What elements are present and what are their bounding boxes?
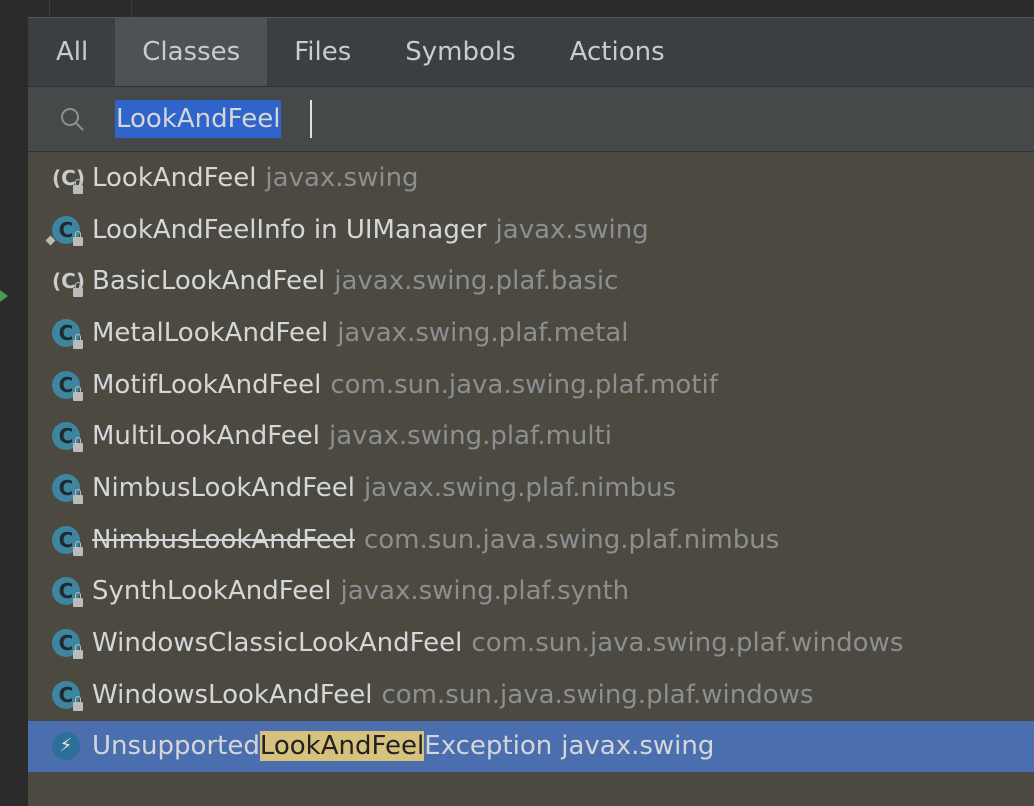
list-item[interactable]: (C) BasicLookAndFeel javax.swing.plaf.ba…: [28, 255, 1034, 307]
class-name: LookAndFeelInfo in UIManager: [92, 214, 487, 245]
package-name: javax.swing.plaf.metal: [337, 317, 629, 348]
package-name: com.sun.java.swing.plaf.windows: [381, 679, 814, 710]
class-icon: C: [51, 318, 83, 349]
class-name: BasicLookAndFeel: [92, 266, 326, 297]
package-name: javax.swing: [561, 731, 715, 762]
list-item[interactable]: (C) LookAndFeel javax.swing: [28, 152, 1034, 204]
tab-symbols[interactable]: Symbols: [378, 18, 542, 86]
class-icon: C: [51, 421, 83, 453]
list-item[interactable]: C MotifLookAndFeel com.sun.java.swing.pl…: [28, 359, 1034, 411]
tab-files[interactable]: Files: [267, 18, 378, 86]
class-name: MetalLookAndFeel: [92, 317, 329, 348]
gutter-divider: [49, 0, 50, 18]
deprecated-class-name: NimbusLookAndFeel: [92, 524, 355, 555]
class-icon: C: [51, 473, 83, 504]
list-item[interactable]: C LookAndFeelInfo in UIManager javax.swi…: [28, 204, 1034, 256]
exception-class-icon: ⚡: [51, 731, 81, 761]
inner-class-icon: C: [45, 215, 83, 246]
tab-all[interactable]: All: [28, 18, 115, 86]
list-item[interactable]: C NimbusLookAndFeel javax.swing.plaf.nim…: [28, 462, 1034, 514]
class-name: LookAndFeel: [92, 162, 257, 193]
package-name: javax.swing: [265, 162, 419, 193]
tab-classes[interactable]: Classes: [115, 18, 268, 86]
list-item[interactable]: C MetalLookAndFeel javax.swing.plaf.meta…: [28, 307, 1034, 359]
search-icon: [61, 108, 84, 131]
class-icon: C: [51, 370, 83, 401]
class-name: NimbusLookAndFeel: [92, 472, 355, 503]
list-item-selected[interactable]: ⚡ UnsupportedLookAndFeelException javax.…: [28, 720, 1034, 773]
scope-tabs: All Classes Files Symbols Actions: [28, 18, 1034, 86]
list-item[interactable]: C NimbusLookAndFeel com.sun.java.swing.p…: [28, 514, 1034, 566]
search-bar: LookAndFeel: [28, 86, 1034, 152]
run-gutter-icon[interactable]: [0, 290, 8, 302]
package-name: com.sun.java.swing.plaf.windows: [471, 628, 904, 659]
gutter-divider: [131, 0, 132, 18]
tab-actions[interactable]: Actions: [543, 18, 692, 86]
class-name: WindowsClassicLookAndFeel: [92, 628, 463, 659]
class-icon: C: [51, 680, 83, 711]
class-name: MultiLookAndFeel: [92, 421, 320, 452]
list-item[interactable]: C MultiLookAndFeel javax.swing.plaf.mult…: [28, 410, 1034, 462]
class-name: MotifLookAndFeel: [92, 369, 322, 400]
list-item[interactable]: C WindowsClassicLookAndFeel com.sun.java…: [28, 617, 1034, 669]
class-icon: C: [51, 628, 83, 660]
name-prefix: Unsupported: [92, 731, 260, 762]
list-item[interactable]: C SynthLookAndFeel javax.swing.plaf.synt…: [28, 566, 1034, 618]
abstract-class-icon: (C): [51, 163, 85, 194]
class-name: SynthLookAndFeel: [92, 576, 332, 607]
class-icon: C: [51, 576, 83, 608]
results-list: (C) LookAndFeel javax.swing C LookAndFee…: [28, 152, 1034, 773]
package-name: com.sun.java.swing.plaf.nimbus: [363, 524, 780, 555]
package-name: javax.swing.plaf.multi: [328, 421, 613, 452]
match-highlight: LookAndFeel: [259, 731, 425, 762]
package-name: com.sun.java.swing.plaf.motif: [330, 369, 718, 400]
abstract-class-icon: (C): [51, 266, 85, 298]
package-name: javax.swing: [495, 214, 649, 245]
package-name: javax.swing.plaf.nimbus: [363, 472, 677, 503]
class-name: WindowsLookAndFeel: [92, 679, 373, 710]
text-caret: [310, 100, 312, 138]
search-everywhere-popup: All Classes Files Symbols Actions LookAn…: [27, 17, 1034, 806]
name-suffix: Exception: [424, 731, 553, 762]
search-input[interactable]: LookAndFeel: [115, 100, 282, 138]
list-item[interactable]: C WindowsLookAndFeel com.sun.java.swing.…: [28, 669, 1034, 721]
package-name: javax.swing.plaf.synth: [340, 576, 630, 607]
class-name: UnsupportedLookAndFeelException: [92, 731, 553, 762]
package-name: javax.swing.plaf.basic: [334, 266, 619, 297]
class-icon: C: [51, 525, 83, 556]
